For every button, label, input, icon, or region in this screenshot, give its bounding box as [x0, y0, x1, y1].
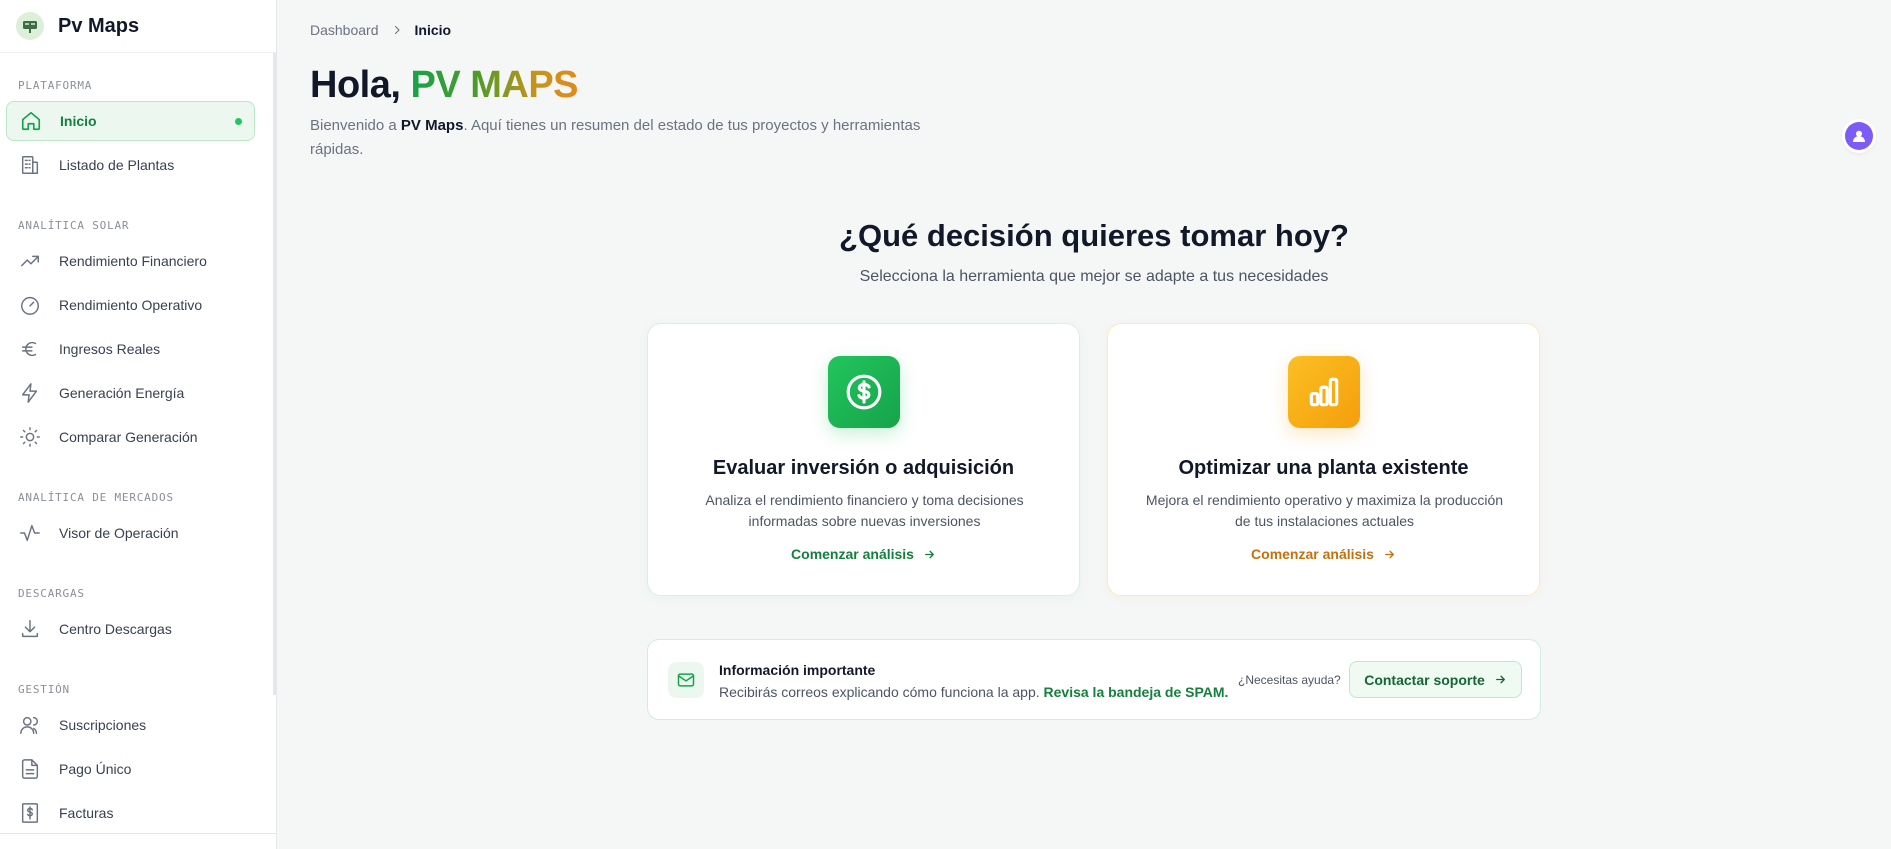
- sun-icon: [18, 425, 42, 449]
- arrow-right-icon: [923, 548, 936, 561]
- info-text: Recibirás correos explicando cómo funcio…: [719, 684, 1228, 700]
- breadcrumb-current: Inicio: [414, 22, 452, 38]
- file-icon: [18, 757, 42, 781]
- sidebar-item-inicio[interactable]: Inicio: [6, 101, 255, 141]
- download-icon: [18, 617, 42, 641]
- decision-subtitle: Selecciona la herramienta que mejor se a…: [859, 268, 1329, 285]
- welcome-before: Bienvenido a: [310, 117, 401, 134]
- active-indicator: [235, 118, 242, 125]
- sidebar-scrollbar[interactable]: [273, 53, 276, 695]
- sidebar-item-generacion-energia[interactable]: Generación Energía: [6, 373, 255, 413]
- sidebar-item-label: Facturas: [59, 805, 114, 821]
- brand-header[interactable]: Pv Maps: [0, 0, 276, 53]
- contact-support-button[interactable]: Contactar soporte: [1349, 661, 1522, 698]
- sidebar-divider: [0, 833, 277, 834]
- breadcrumb: Dashboard Inicio: [310, 22, 451, 38]
- sidebar-item-label: Visor de Operación: [59, 525, 179, 541]
- sidebar-item-rendimiento-operativo[interactable]: Rendimiento Operativo: [6, 285, 255, 325]
- info-banner: Información importante Recibirás correos…: [647, 639, 1541, 720]
- comenzar-analisis-link[interactable]: Comenzar análisis: [1108, 546, 1539, 562]
- sidebar-item-label: Suscripciones: [59, 717, 147, 733]
- sidebar-item-rendimiento-financiero[interactable]: Rendimiento Financiero: [6, 241, 255, 281]
- section-title-analitica-mercados: ANALÍTICA DE MERCADOS: [18, 491, 174, 504]
- building-icon: [18, 153, 42, 177]
- dollar-circle-icon: [828, 356, 900, 428]
- greeting-name: PV MAPS: [410, 64, 579, 106]
- info-text-body: Recibirás correos explicando cómo funcio…: [719, 684, 1044, 700]
- avatar[interactable]: [1845, 122, 1873, 150]
- sidebar-item-ingresos-reales[interactable]: Ingresos Reales: [6, 329, 255, 369]
- zap-icon: [18, 381, 42, 405]
- sidebar-item-facturas[interactable]: Facturas: [6, 793, 255, 833]
- sidebar-item-pago-unico[interactable]: Pago Único: [6, 749, 255, 789]
- card-link-label: Comenzar análisis: [791, 546, 914, 562]
- sidebar-item-label: Inicio: [60, 113, 97, 129]
- welcome-brand: PV Maps: [400, 117, 464, 134]
- sidebar-item-label: Centro Descargas: [59, 621, 172, 637]
- info-title: Información importante: [719, 662, 876, 678]
- card-optimizar-planta[interactable]: Optimizar una planta existente Mejora el…: [1107, 323, 1540, 596]
- sidebar-item-label: Ingresos Reales: [59, 341, 161, 357]
- bar-chart-icon: [1288, 356, 1360, 428]
- sidebar-item-centro-descargas[interactable]: Centro Descargas: [6, 609, 255, 649]
- sidebar-item-label: Generación Energía: [59, 385, 185, 401]
- card-link-label: Comenzar análisis: [1251, 546, 1374, 562]
- sidebar-item-comparar-generacion[interactable]: Comparar Generación: [6, 417, 255, 457]
- euro-icon: [18, 337, 42, 361]
- breadcrumb-dashboard[interactable]: Dashboard: [310, 22, 379, 38]
- sidebar-item-label: Comparar Generación: [59, 429, 198, 445]
- activity-icon: [18, 521, 42, 545]
- sidebar-item-label: Listado de Plantas: [59, 157, 175, 173]
- sidebar-item-listado-plantas[interactable]: Listado de Plantas: [6, 145, 255, 185]
- welcome-text: Bienvenido a PV Maps. Aquí tienes un res…: [310, 114, 970, 162]
- sidebar-item-label: Rendimiento Operativo: [59, 297, 203, 313]
- users-icon: [18, 713, 42, 737]
- section-title-plataforma: PLATAFORMA: [18, 79, 93, 92]
- section-title-analitica-solar: ANALÍTICA SOLAR: [18, 219, 130, 232]
- contact-support-label: Contactar soporte: [1364, 671, 1485, 688]
- arrow-right-icon: [1383, 548, 1396, 561]
- greeting-prefix: Hola,: [310, 64, 401, 106]
- section-title-gestion: GESTIÓN: [18, 683, 70, 696]
- home-icon: [19, 109, 43, 133]
- sidebar-item-label: Pago Único: [59, 761, 132, 777]
- chevron-right-icon: [391, 24, 403, 36]
- card-title: Evaluar inversión o adquisición: [712, 457, 1015, 479]
- card-description: Analiza el rendimiento financiero y toma…: [705, 492, 1024, 529]
- arrow-right-icon: [1494, 673, 1507, 686]
- card-description: Mejora el rendimiento operativo y maximi…: [1145, 492, 1504, 529]
- card-title: Optimizar una planta existente: [1178, 457, 1469, 479]
- sidebar-item-visor-operacion[interactable]: Visor de Operación: [6, 513, 255, 553]
- card-evaluar-inversion[interactable]: Evaluar inversión o adquisición Analiza …: [647, 323, 1080, 596]
- comenzar-analisis-link[interactable]: Comenzar análisis: [648, 546, 1079, 562]
- section-title-descargas: DESCARGAS: [18, 587, 85, 600]
- app-name: Pv Maps: [58, 14, 140, 37]
- page-title: Hola, PV MAPS: [310, 64, 579, 107]
- gauge-icon: [18, 293, 42, 317]
- sidebar-item-suscripciones[interactable]: Suscripciones: [6, 705, 255, 745]
- sidebar-item-label: Rendimiento Financiero: [59, 253, 207, 269]
- user-icon: [1853, 130, 1865, 142]
- help-label: ¿Necesitas ayuda?: [1238, 673, 1341, 687]
- mail-icon: [668, 662, 704, 698]
- info-spam-highlight: Revisa la bandeja de SPAM.: [1043, 684, 1229, 700]
- decision-title: ¿Qué decisión quieres tomar hoy?: [839, 218, 1349, 253]
- app-logo-icon: [16, 12, 44, 40]
- sidebar: Pv Maps PLATAFORMA ANALÍTICA SOLAR ANALÍ…: [0, 0, 277, 849]
- trending-up-icon: [18, 249, 42, 273]
- receipt-dollar-icon: [18, 801, 42, 825]
